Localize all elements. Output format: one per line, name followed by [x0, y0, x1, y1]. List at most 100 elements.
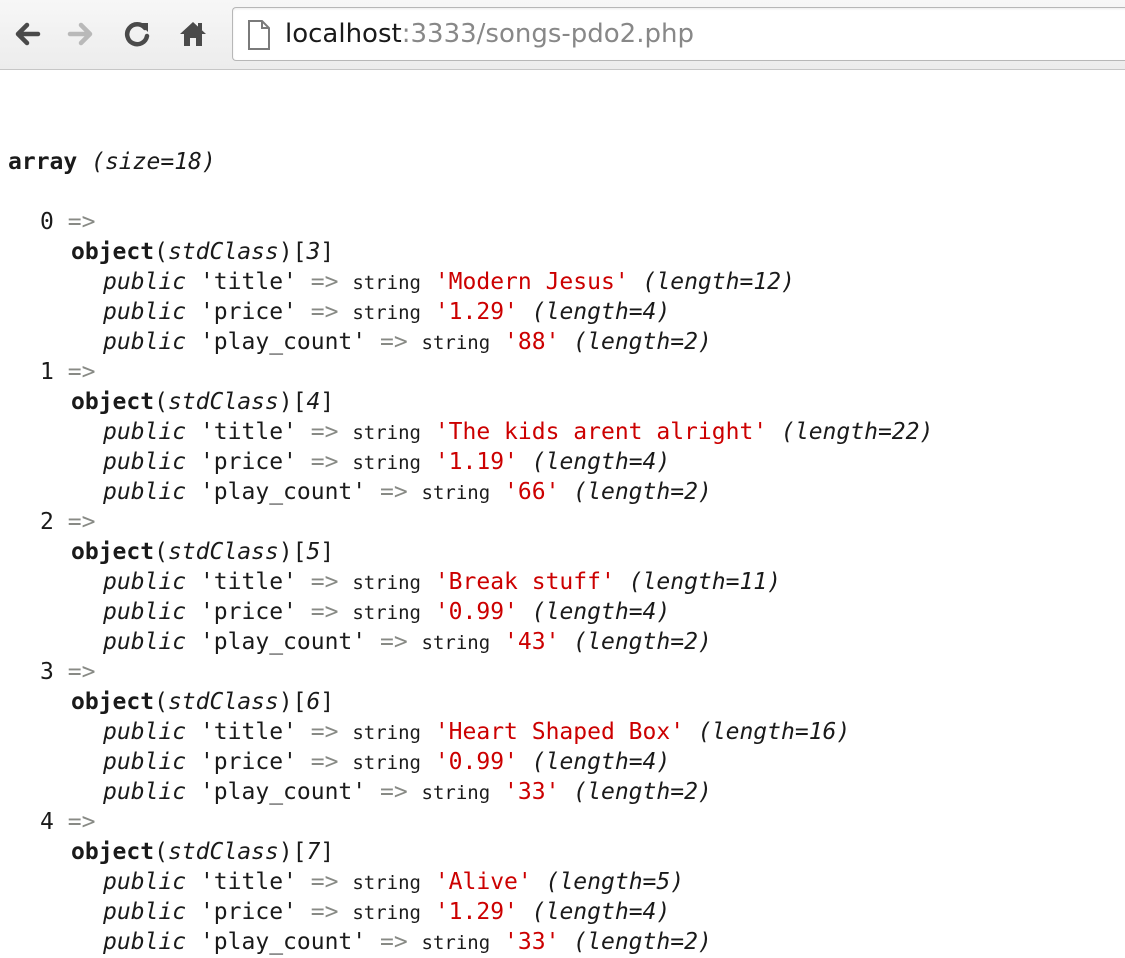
object-header-line: object(stdClass)[4] — [71, 389, 335, 415]
arrow-symbol: => — [310, 899, 339, 925]
arrow-symbol: => — [310, 749, 339, 775]
forward-arrow-icon — [67, 22, 93, 46]
arrow-symbol: => — [67, 209, 96, 235]
type-name: string — [352, 872, 421, 894]
home-icon — [180, 22, 206, 46]
reload-button[interactable] — [118, 15, 156, 53]
visibility-keyword: public — [103, 599, 187, 625]
object-id: 6 — [306, 689, 321, 715]
array-index-line: 4 => — [8, 807, 933, 837]
visibility-keyword: public — [103, 929, 187, 955]
property-value: 'The kids arent alright' — [434, 419, 768, 445]
property-line: public 'price' => string '0.99' (length=… — [8, 747, 933, 777]
property-key: 'title' — [199, 269, 297, 295]
array-index-line: 0 => — [8, 207, 933, 237]
type-name: string — [352, 902, 421, 924]
property-line: public 'title' => string 'The kids arent… — [8, 417, 933, 447]
array-index: 3 — [40, 659, 54, 685]
property-line: public 'price' => string '0.99' (length=… — [8, 597, 933, 627]
property-line: public 'play_count' => string '33' (leng… — [8, 927, 933, 957]
property-key: 'price' — [199, 749, 297, 775]
object-id: 5 — [306, 539, 321, 565]
value-length: (length=11) — [628, 569, 782, 595]
property-key: 'play_count' — [199, 479, 367, 505]
value-length: (length=12) — [642, 269, 795, 295]
property-key: 'title' — [199, 419, 297, 445]
type-name: string — [352, 422, 421, 444]
object-id: 7 — [306, 839, 321, 865]
property-line: public 'price' => string '1.29' (length=… — [8, 897, 933, 927]
home-button[interactable] — [174, 15, 212, 53]
type-name: string — [352, 452, 421, 474]
arrow-symbol: => — [379, 779, 408, 805]
array-index: 0 — [40, 209, 54, 235]
property-key: 'play_count' — [199, 779, 367, 805]
object-keyword: object — [71, 389, 155, 415]
property-key: 'title' — [199, 569, 297, 595]
array-index-line: 2 => — [8, 507, 933, 537]
object-id: 3 — [306, 239, 321, 265]
arrow-symbol: => — [310, 869, 339, 895]
url-host: localhost — [285, 19, 402, 49]
page-icon — [247, 20, 271, 55]
value-length: (length=2) — [573, 779, 712, 805]
property-key: 'price' — [199, 449, 297, 475]
array-index: 2 — [40, 509, 54, 535]
value-length: (length=2) — [573, 929, 712, 955]
arrow-symbol: => — [310, 419, 339, 445]
object-header-line: object(stdClass)[6] — [71, 689, 335, 715]
url-path: :3333/songs-pdo2.php — [401, 19, 694, 49]
property-line: public 'title' => string 'Alive' (length… — [8, 867, 933, 897]
arrow-symbol: => — [310, 449, 339, 475]
type-name: string — [421, 932, 491, 954]
property-value: '0.99' — [434, 749, 518, 775]
back-button[interactable] — [8, 15, 46, 53]
class-name: stdClass — [167, 239, 279, 265]
array-index-line: 3 => — [8, 657, 933, 687]
object-keyword: object — [71, 689, 155, 715]
forward-button[interactable] — [62, 15, 100, 53]
address-bar[interactable]: localhost:3333/songs-pdo2.php — [232, 7, 1125, 61]
array-index-line: 1 => — [8, 357, 933, 387]
class-name: stdClass — [167, 539, 279, 565]
visibility-keyword: public — [103, 869, 187, 895]
value-length: (length=4) — [531, 299, 671, 325]
property-line: public 'play_count' => string '33' (leng… — [8, 777, 933, 807]
property-value: '1.29' — [434, 899, 518, 925]
property-key: 'title' — [199, 869, 297, 895]
object-header-line: object(stdClass)[3] — [71, 239, 335, 265]
visibility-keyword: public — [103, 269, 187, 295]
value-length: (length=22) — [781, 419, 934, 445]
property-key: 'play_count' — [199, 329, 367, 355]
arrow-symbol: => — [310, 299, 339, 325]
array-size: (size=18) — [91, 149, 216, 175]
property-value: '1.29' — [434, 299, 518, 325]
type-name: string — [421, 782, 491, 804]
value-length: (length=4) — [531, 599, 671, 625]
visibility-keyword: public — [103, 629, 187, 655]
property-key: 'play_count' — [199, 929, 367, 955]
visibility-keyword: public — [103, 779, 187, 805]
array-index: 1 — [40, 359, 54, 385]
object-header-line: object(stdClass)[5] — [71, 539, 335, 565]
property-line: public 'title' => string 'Modern Jesus' … — [8, 267, 933, 297]
arrow-symbol: => — [67, 809, 96, 835]
type-name: string — [421, 632, 491, 654]
type-name: string — [352, 302, 421, 324]
type-name: string — [352, 602, 421, 624]
url-text: localhost:3333/songs-pdo2.php — [285, 18, 694, 50]
arrow-symbol: => — [379, 329, 408, 355]
value-length: (length=2) — [573, 629, 712, 655]
arrow-symbol: => — [310, 599, 339, 625]
type-name: string — [352, 722, 421, 744]
property-line: public 'play_count' => string '88' (leng… — [8, 327, 933, 357]
visibility-keyword: public — [103, 419, 187, 445]
arrow-symbol: => — [379, 629, 408, 655]
property-key: 'play_count' — [199, 629, 367, 655]
property-value: '88' — [504, 329, 560, 355]
property-value: '43' — [504, 629, 560, 655]
property-value: '1.19' — [434, 449, 518, 475]
property-line: public 'price' => string '1.29' (length=… — [8, 297, 933, 327]
browser-toolbar: localhost:3333/songs-pdo2.php — [0, 0, 1125, 70]
value-length: (length=4) — [531, 749, 671, 775]
